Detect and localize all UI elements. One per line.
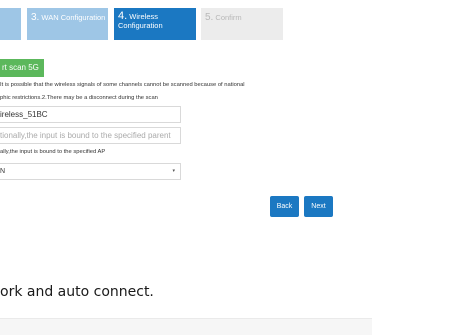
footer-bar [0,318,372,335]
step-previous [0,8,21,40]
step-label: WAN Configuration [39,13,106,22]
chevron-down-icon: ▾ [172,168,175,174]
step-label: Confirm [213,13,242,22]
back-button[interactable]: Back [270,196,299,217]
instruction-caption: ork and auto connect. [0,284,154,300]
start-scan-5g-button[interactable]: rt scan 5G [0,59,44,77]
ap-bound-hint: ally,the input is bound to the specified… [0,149,106,155]
select-value: N [0,168,6,175]
ssid-input[interactable]: ireless_51BC [0,106,181,123]
scan-hint-line-2: phic restrictions.2.There may be a disco… [0,95,158,101]
step-wan-configuration: 3. WAN Configuration [27,8,108,40]
step-wireless-configuration: 4. Wireless Configuration [114,8,196,40]
step-confirm: 5. Confirm [201,8,283,40]
parent-bssid-input[interactable]: tionally,the input is bound to the speci… [0,127,181,144]
step-label: Wireless [127,12,159,21]
security-select[interactable]: N ▾ [0,163,181,180]
next-button[interactable]: Next [304,196,333,217]
ssid-value: ireless_51BC [0,110,48,119]
parent-placeholder: tionally,the input is bound to the speci… [0,131,171,140]
scan-hint-line-1: It is possible that the wireless signals… [0,82,245,88]
step-label-line2: Configuration [118,21,163,30]
